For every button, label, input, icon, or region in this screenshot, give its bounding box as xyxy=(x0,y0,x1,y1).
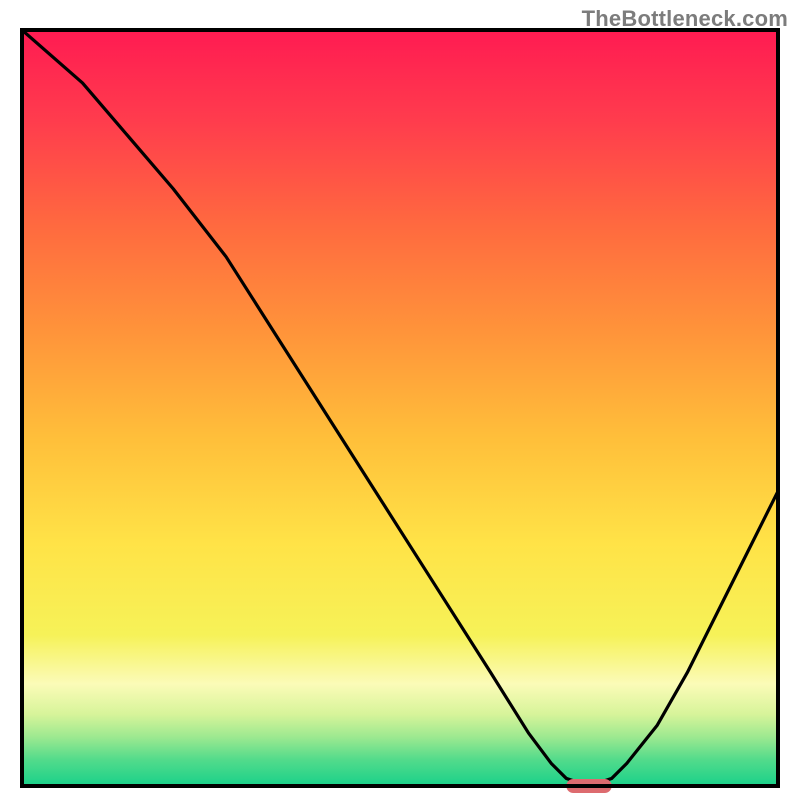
bottleneck-chart xyxy=(0,0,800,800)
watermark-text: TheBottleneck.com xyxy=(582,6,788,32)
